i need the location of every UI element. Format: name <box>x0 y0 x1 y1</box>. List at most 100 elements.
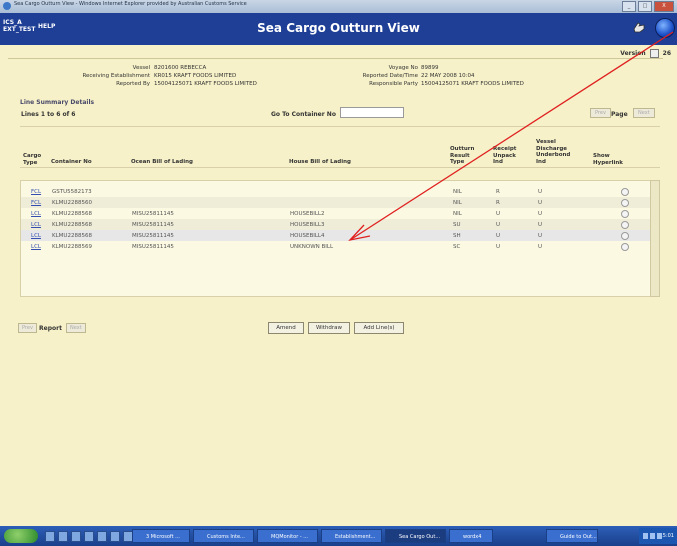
version-selector: Version 26 <box>620 49 671 58</box>
ocean-bill: MISU25811145 <box>132 222 174 228</box>
report-next-button[interactable]: Next <box>66 323 86 333</box>
hyperlink-radio[interactable] <box>621 188 629 196</box>
container-no: KLMU2288569 <box>52 244 92 250</box>
outturn-result: SH <box>453 233 461 239</box>
table-row: LCL KLMU2288568 MISU25811145 HOUSEBILL2 … <box>21 208 651 219</box>
prev-page-button[interactable]: Prev <box>590 108 611 118</box>
container-no: KLMU2288568 <box>52 222 92 228</box>
quicklaunch-icon[interactable] <box>58 531 68 542</box>
outturn-result: NIL <box>453 200 462 206</box>
house-bill: HOUSEBILL2 <box>290 211 325 217</box>
withdraw-button[interactable]: Withdraw <box>308 322 350 334</box>
voyage-value: 89899 <box>421 65 439 71</box>
start-button[interactable] <box>4 529 38 543</box>
table-header: Cargo Type Container No Ocean Bill of Lad… <box>20 126 660 168</box>
app-header: ICS_A EXT_TEST HELP Sea Cargo Outturn Vi… <box>0 13 677 45</box>
taskbar-item[interactable]: 3 Microsoft ... <box>132 529 190 543</box>
ie-icon <box>3 2 11 10</box>
vessel-ind: U <box>538 200 543 206</box>
goto-label: Go To Container No <box>271 111 336 118</box>
cargo-type-link[interactable]: LCL <box>31 222 41 228</box>
window-titlebar: Sea Cargo Outturn View - Windows Interne… <box>0 0 677 14</box>
receipt-ind: R <box>496 189 500 195</box>
hyperlink-radio[interactable] <box>621 243 629 251</box>
col-house-bill: House Bill of Lading <box>289 159 351 165</box>
receipt-ind: U <box>496 233 501 239</box>
tray-icons <box>643 533 662 539</box>
container-no: KLMU2288568 <box>52 233 92 239</box>
close-button[interactable]: X <box>654 1 674 12</box>
quicklaunch-icon[interactable] <box>84 531 94 542</box>
tray-icon[interactable] <box>643 533 648 539</box>
version-value: 26 <box>662 50 671 57</box>
responsible-value: 15004125071 KRAFT FOODS LIMITED <box>421 81 524 87</box>
receipt-ind: U <box>496 244 501 250</box>
receipt-ind: U <box>496 222 501 228</box>
tray-icon[interactable] <box>650 533 655 539</box>
taskbar-item[interactable]: MQMonitor - ... <box>257 529 318 543</box>
cargo-type-link[interactable]: FCL <box>31 189 41 195</box>
col-container-no: Container No <box>51 159 92 165</box>
col-show-hyperlink: Show Hyperlink <box>593 153 623 166</box>
receiving-value: KR015 KRAFT FOODS LIMITED <box>154 73 237 79</box>
section-heading: Line Summary Details <box>20 99 95 106</box>
hyperlink-radio[interactable] <box>621 210 629 218</box>
cargo-type-link[interactable]: LCL <box>31 211 41 217</box>
ocean-bill: MISU25811145 <box>132 211 174 217</box>
goto-container-input[interactable] <box>340 107 404 118</box>
container-no: KLMU2288568 <box>52 211 92 217</box>
vessel-ind: U <box>538 189 543 195</box>
version-dropdown[interactable] <box>649 49 659 58</box>
vessel-ind: U <box>538 244 543 250</box>
tray-icon[interactable] <box>657 533 662 539</box>
taskbar-item[interactable]: Customs Inte... <box>193 529 254 543</box>
reported-dt-label: Reported Date/Time <box>362 73 418 79</box>
amend-button[interactable]: Amend <box>268 322 304 334</box>
vessel-ind: U <box>538 233 543 239</box>
quicklaunch-icon[interactable] <box>97 531 107 542</box>
responsible-label: Responsible Party <box>369 81 418 87</box>
minimize-button[interactable]: _ <box>622 1 636 12</box>
add-lines-button[interactable]: Add Line(s) <box>354 322 404 334</box>
quicklaunch-icon[interactable] <box>110 531 120 542</box>
quicklaunch-icon[interactable] <box>71 531 81 542</box>
page-label: Page <box>611 111 628 118</box>
next-page-button[interactable]: Next <box>633 108 655 118</box>
vessel-ind: U <box>538 222 543 228</box>
outturn-result: SC <box>453 244 461 250</box>
voyage-label: Voyage No <box>388 65 418 71</box>
globe-icon[interactable] <box>655 18 675 38</box>
table-scrollbar[interactable] <box>650 180 660 297</box>
hand-icon[interactable] <box>632 20 646 34</box>
taskbar: 3 Microsoft ... Customs Inte... MQMonito… <box>0 526 677 546</box>
cargo-type-link[interactable]: LCL <box>31 233 41 239</box>
window-controls: _ □ X <box>622 1 674 12</box>
cargo-type-link[interactable]: FCL <box>31 200 41 206</box>
taskbar-item[interactable]: wordx4 <box>449 529 493 543</box>
table-row: LCL KLMU2288569 MISU25811145 UNKNOWN BIL… <box>21 241 651 252</box>
version-label: Version <box>620 50 646 57</box>
vessel-ind: U <box>538 211 543 217</box>
outturn-result: NIL <box>453 211 462 217</box>
hyperlink-radio[interactable] <box>621 221 629 229</box>
report-prev-button[interactable]: Prev <box>18 323 37 333</box>
table-row: LCL KLMU2288568 MISU25811145 HOUSEBILL3 … <box>21 219 651 230</box>
col-vessel-discharge: Vessel Discharge Underbond Ind <box>536 139 571 165</box>
outturn-result: NIL <box>453 189 462 195</box>
col-outturn-result-type: Outturn Result Type <box>450 146 475 165</box>
taskbar-item[interactable]: Guide to Out... <box>546 529 598 543</box>
reported-dt-value: 22 MAY 2008 10:04 <box>421 73 475 79</box>
taskbar-item[interactable]: Establishment... <box>321 529 382 543</box>
container-no: GSTU5582173 <box>52 189 92 195</box>
taskbar-item-active[interactable]: Sea Cargo Out... <box>385 529 446 543</box>
hyperlink-radio[interactable] <box>621 232 629 240</box>
cargo-type-link[interactable]: LCL <box>31 244 41 250</box>
ocean-bill: MISU25811145 <box>132 244 174 250</box>
reported-by-value: 15004125071 KRAFT FOODS LIMITED <box>154 81 257 87</box>
col-receipt-unpack-ind: Receipt Unpack Ind <box>493 146 517 165</box>
quicklaunch-icon[interactable] <box>45 531 55 542</box>
receipt-ind: R <box>496 200 500 206</box>
hyperlink-radio[interactable] <box>621 199 629 207</box>
maximize-button[interactable]: □ <box>638 1 652 12</box>
receiving-label: Receiving Establishment <box>82 73 150 79</box>
